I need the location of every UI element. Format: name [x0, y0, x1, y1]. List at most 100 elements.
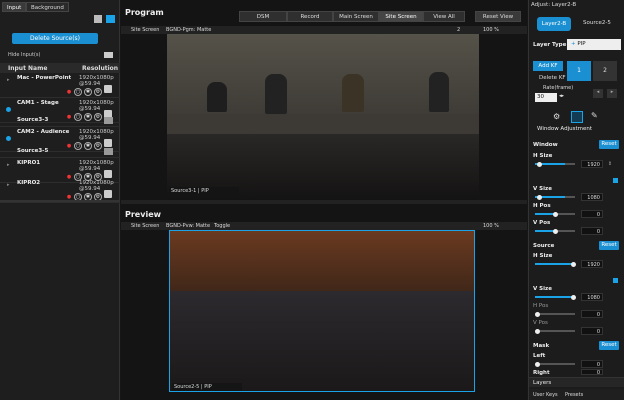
layer-type-select[interactable]: + PIP	[567, 39, 621, 50]
prev-keyframe-icon[interactable]: ◂	[593, 89, 603, 98]
source-name: CAM1 - Stage	[17, 100, 59, 106]
preview-toolbar: Site Screen BGND-Pvw: Matte Toggle 100 %	[121, 222, 527, 230]
rate-input[interactable]: 30	[535, 93, 557, 102]
source-v-size-value[interactable]: 1080	[581, 293, 603, 301]
source-group-3-3[interactable]: Source3-3	[0, 115, 120, 127]
reset-view-button[interactable]: Reset View	[475, 11, 521, 22]
slider-knob[interactable]	[535, 361, 540, 367]
source-v-pos-slider[interactable]	[535, 328, 575, 334]
slider-knob[interactable]	[571, 294, 576, 300]
slider-knob[interactable]	[535, 328, 540, 334]
source-v-size-slider[interactable]	[535, 294, 576, 300]
h-size-slider[interactable]	[535, 161, 575, 167]
program-caption: Source3-1 | PIP	[169, 187, 239, 196]
record-button[interactable]: Record	[287, 11, 333, 22]
audience-area	[170, 291, 474, 391]
next-keyframe-icon[interactable]: ▸	[607, 89, 617, 98]
list-view-icon[interactable]	[94, 15, 102, 23]
layers-icon[interactable]	[104, 148, 113, 155]
source-h-size-value[interactable]: 1920	[581, 260, 603, 268]
hide-inputs-icon[interactable]	[104, 52, 113, 58]
view-all-button[interactable]: View All	[423, 11, 465, 22]
slider-knob[interactable]	[535, 311, 540, 317]
slider-knob[interactable]	[553, 211, 558, 217]
keyframe-2[interactable]: 2	[593, 61, 617, 81]
source-row-mac[interactable]: ▸ Mac - PowerPoint 1920x1080p @59.94 ● ○ ✱…	[0, 73, 120, 98]
freeze-icon[interactable]: ○	[74, 88, 82, 96]
hide-inputs-label[interactable]: Hide Input(s)	[8, 52, 40, 58]
tab-source2-5[interactable]: Source2-5	[583, 20, 611, 26]
preview-title: Preview	[125, 210, 162, 219]
layer-type-value: PIP	[577, 41, 586, 47]
layers-icon[interactable]	[104, 117, 113, 124]
v-size-value[interactable]: 1080	[581, 193, 603, 201]
slider-knob[interactable]	[537, 194, 542, 200]
brush-icon[interactable]: ✎	[591, 111, 598, 120]
stepper-icon[interactable]: ⇕	[605, 160, 615, 168]
tab-presets[interactable]: Presets	[565, 392, 583, 398]
active-indicator-icon	[6, 107, 11, 112]
mask-right-label: Right	[533, 370, 550, 376]
preview-caption: Source2-5 | PIP	[172, 383, 242, 391]
h-pos-slider[interactable]	[535, 211, 575, 217]
layer-type-label: Layer Type	[533, 42, 567, 48]
expand-icon[interactable]: ▸	[7, 182, 10, 188]
tab-layer2-b[interactable]: Layer2-B	[537, 17, 571, 31]
v-pos-value[interactable]: 0	[581, 227, 603, 235]
slider-knob[interactable]	[553, 228, 558, 234]
adjust-header: Adjust: Layer2-B	[531, 2, 577, 8]
canvas-area: Program DSM Record Main Screen Site Scre…	[121, 0, 527, 400]
delete-kf-button[interactable]: Delete KF	[539, 75, 566, 81]
expand-icon[interactable]: ▸	[7, 162, 10, 168]
keyframe-1[interactable]: 1	[567, 61, 591, 81]
mask-reset-button[interactable]: Reset	[599, 341, 619, 350]
program-zoom[interactable]: 100 %	[483, 26, 499, 34]
program-title: Program	[125, 8, 164, 17]
grid-view-icon[interactable]	[106, 15, 115, 23]
toggle-button[interactable]: Toggle	[214, 222, 230, 230]
mask-left-value[interactable]: 0	[581, 360, 603, 368]
settings-icon[interactable]: ✱	[84, 88, 92, 96]
dsm-button[interactable]: DSM	[239, 11, 287, 22]
v-pos-slider[interactable]	[535, 228, 575, 234]
screen-icon[interactable]	[104, 85, 112, 93]
v-size-slider[interactable]	[535, 194, 575, 200]
program-video[interactable]: Source3-1 | PIP	[167, 34, 479, 200]
tab-layers[interactable]: Layers	[533, 380, 551, 386]
add-kf-button[interactable]: Add KF	[533, 61, 563, 71]
crop-icon[interactable]	[571, 111, 583, 123]
preview-zoom[interactable]: 100 %	[483, 222, 499, 230]
h-pos-value[interactable]: 0	[581, 210, 603, 218]
mask-right-value[interactable]: 0	[581, 369, 603, 376]
mask-left-slider[interactable]	[535, 361, 575, 367]
screen-icon[interactable]	[104, 170, 112, 178]
settings-gear-icon[interactable]: ⚙	[553, 112, 560, 121]
main-screen-button[interactable]: Main Screen	[333, 11, 379, 22]
tab-background[interactable]: Background	[26, 2, 69, 12]
h-size-value[interactable]: 1920	[581, 160, 603, 168]
source-h-pos-slider[interactable]	[535, 311, 575, 317]
lock-icon[interactable]	[613, 278, 618, 283]
lock-icon[interactable]	[613, 178, 618, 183]
gear-icon[interactable]: ⚙	[94, 88, 102, 96]
record-icon[interactable]: ●	[66, 89, 72, 97]
preview-video[interactable]: Source2-5 | PIP	[169, 230, 475, 392]
tab-input[interactable]: Input	[2, 2, 27, 12]
screen-icon[interactable]	[104, 190, 112, 198]
source-group-3-5[interactable]: Source3-5	[0, 146, 120, 158]
speaker-figure	[265, 74, 287, 114]
window-reset-button[interactable]: Reset	[599, 140, 619, 149]
tab-user-keys[interactable]: User Keys	[533, 392, 558, 398]
expand-icon[interactable]: ▸	[7, 77, 10, 83]
source-h-size-slider[interactable]	[535, 261, 576, 267]
slider-knob[interactable]	[537, 161, 542, 167]
source-h-pos-value[interactable]: 0	[581, 310, 603, 318]
slider-knob[interactable]	[571, 261, 576, 267]
rate-stepper-icon[interactable]: ◂▸	[559, 93, 566, 102]
source-v-pos-value[interactable]: 0	[581, 327, 603, 335]
site-screen-button[interactable]: Site Screen	[379, 11, 423, 22]
window-adjustment-label: Window Adjustment	[537, 126, 593, 132]
source-reset-button[interactable]: Reset	[599, 241, 619, 250]
delete-sources-button[interactable]: Delete Source(s)	[12, 33, 98, 44]
col-input-name: Input Name	[8, 65, 48, 72]
